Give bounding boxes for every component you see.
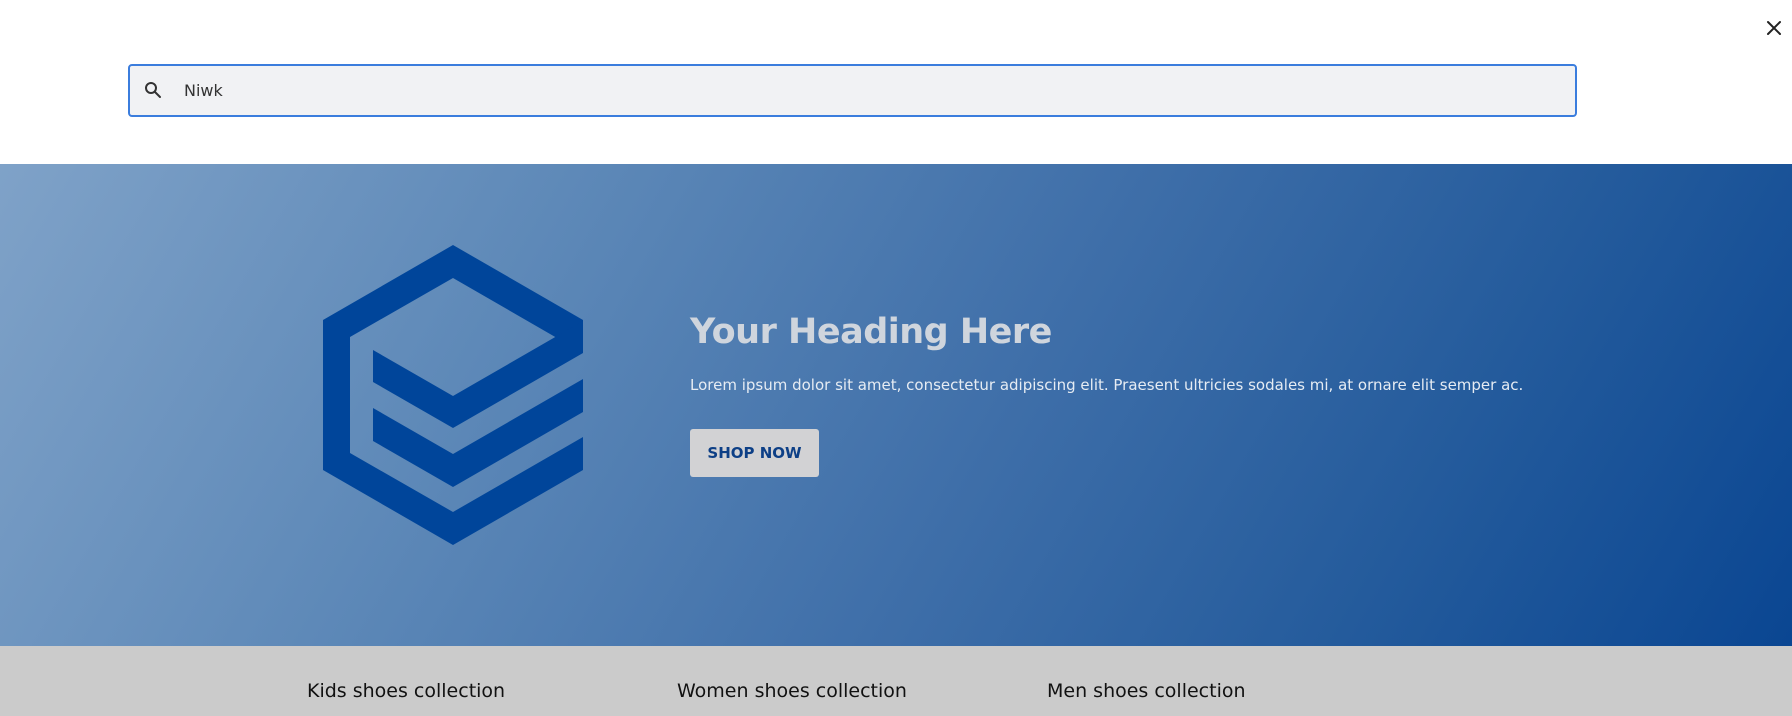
close-icon[interactable] bbox=[1766, 20, 1782, 36]
hero-text: Your Heading Here Lorem ipsum dolor sit … bbox=[690, 312, 1590, 395]
search-overlay bbox=[0, 0, 1792, 164]
shop-now-button[interactable]: SHOP NOW bbox=[690, 429, 819, 477]
close-button[interactable] bbox=[1762, 16, 1786, 40]
hexagon-stack-logo-icon bbox=[323, 245, 583, 545]
collection-women[interactable]: Women shoes collection bbox=[677, 680, 907, 702]
hero-heading: Your Heading Here bbox=[690, 312, 1052, 352]
search-box[interactable] bbox=[128, 64, 1577, 117]
collection-kids[interactable]: Kids shoes collection bbox=[307, 680, 505, 702]
hero-banner: Your Heading Here Lorem ipsum dolor sit … bbox=[0, 164, 1792, 646]
search-input[interactable] bbox=[184, 66, 1564, 115]
hero-body: Lorem ipsum dolor sit amet, consectetur … bbox=[690, 376, 1524, 394]
search-icon bbox=[142, 79, 164, 101]
collection-men[interactable]: Men shoes collection bbox=[1047, 680, 1246, 702]
collections-bar: Kids shoes collection Women shoes collec… bbox=[0, 646, 1792, 716]
